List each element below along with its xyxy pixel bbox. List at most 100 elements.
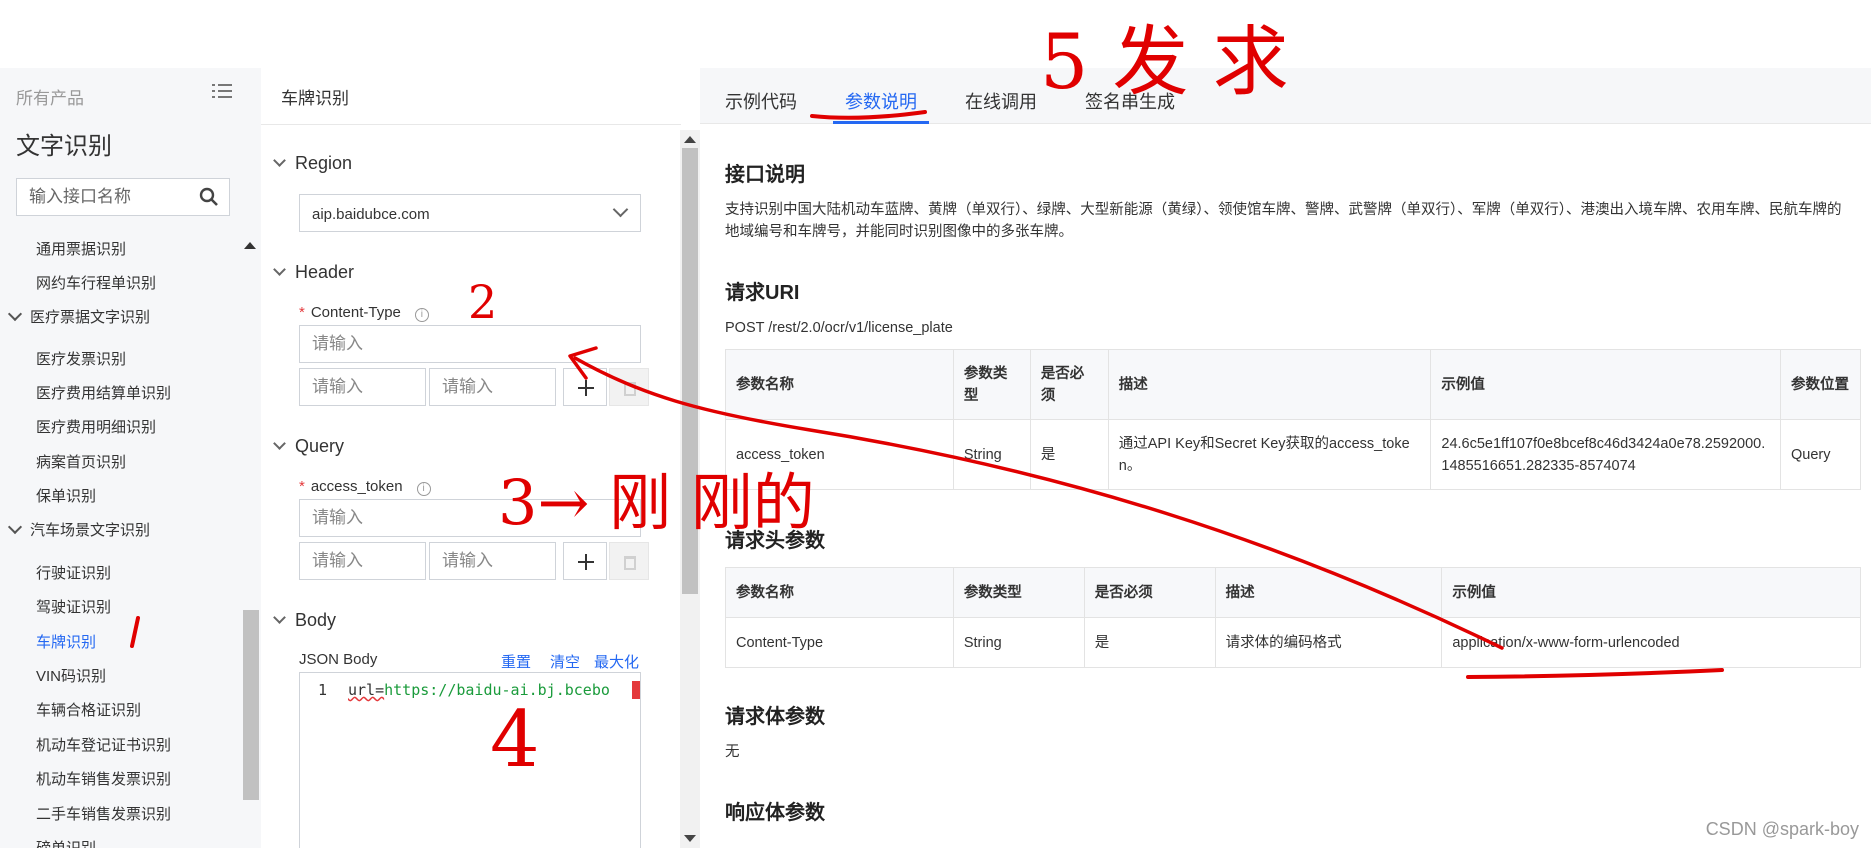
sidebar-item[interactable]: 医疗费用明细识别 xyxy=(36,416,156,437)
header-value-field[interactable] xyxy=(429,368,556,406)
tab-online-call[interactable]: 在线调用 xyxy=(965,88,1037,114)
sidebar-item[interactable]: 行驶证识别 xyxy=(36,562,111,583)
interface-description: 支持识别中国大陆机动车蓝牌、黄牌（单双行）、绿牌、大型新能源（黄绿）、领使馆车牌… xyxy=(725,202,1842,240)
overflow-marker xyxy=(632,681,640,699)
sidebar-item[interactable]: 磅单识别 xyxy=(36,837,96,848)
table-cell: 请求体的编码格式 xyxy=(1214,617,1443,668)
table-cell: application/x-www-form-urlencoded xyxy=(1441,617,1861,668)
sidebar-group-auto[interactable]: 汽车场景文字识别 xyxy=(7,519,151,540)
header-param-table: 参数名称 参数类型 是否必须 描述 示例值 Content-Type Strin… xyxy=(725,567,1861,668)
sidebar-item[interactable]: 保单识别 xyxy=(36,485,96,506)
json-body-editor[interactable]: 1 url=https://baidu-ai.bj.bcebo xyxy=(299,672,641,848)
table-row: Content-Type String 是 请求体的编码格式 applicati… xyxy=(725,617,1861,668)
section-label: Body xyxy=(295,610,337,630)
uri-param-table: 参数名称 参数类型 是否必须 描述 示例值 参数位置 access_token … xyxy=(725,349,1862,490)
sidebar-item[interactable]: 机动车登记证书识别 xyxy=(36,734,171,755)
sidebar-item[interactable]: 网约车行程单识别 xyxy=(36,272,156,293)
table-header-row: 参数名称 参数类型 是否必须 描述 示例值 参数位置 xyxy=(725,349,1862,420)
body-param-value: 无 xyxy=(725,744,740,760)
delete-header-button[interactable] xyxy=(609,368,649,406)
field-name: access_token xyxy=(310,478,403,495)
sidebar-item[interactable]: VIN码识别 xyxy=(36,665,106,686)
scroll-up-arrow-icon[interactable] xyxy=(684,136,696,143)
access-token-label: * access_token i xyxy=(299,478,431,496)
sidebar-group-label: 汽车场景文字识别 xyxy=(30,522,151,539)
sidebar-search xyxy=(16,178,230,216)
api-search-input[interactable] xyxy=(17,179,187,215)
uri-title: 请求URI xyxy=(725,282,800,304)
search-icon[interactable] xyxy=(199,187,219,207)
scroll-up-arrow-icon[interactable] xyxy=(244,242,256,249)
sidebar-item[interactable]: 医疗费用结算单识别 xyxy=(36,382,171,403)
delete-query-button[interactable] xyxy=(609,542,649,580)
sidebar-item[interactable]: 通用票据识别 xyxy=(36,238,126,259)
section-query[interactable]: Query xyxy=(273,436,345,457)
chevron-down-icon xyxy=(273,263,286,276)
annotation-3: 3→ 刚 刚的 xyxy=(498,466,815,539)
sidebar-title: 文字识别 xyxy=(16,133,112,160)
scroll-down-arrow-icon[interactable] xyxy=(684,835,696,842)
trash-icon xyxy=(624,556,636,570)
table-cell: 是 xyxy=(1029,419,1109,490)
table-header: 参数类型 xyxy=(952,349,1031,420)
query-value-input[interactable] xyxy=(430,543,555,579)
table-header: 示例值 xyxy=(1430,349,1781,420)
query-value-field[interactable] xyxy=(429,542,556,580)
chevron-down-icon xyxy=(273,611,286,624)
list-menu-icon[interactable] xyxy=(212,82,232,100)
section-body[interactable]: Body xyxy=(273,610,337,631)
annotation-1-label: 1 xyxy=(200,600,201,602)
table-header: 是否必须 xyxy=(1029,349,1109,420)
active-tab-indicator xyxy=(833,121,929,124)
chevron-down-icon xyxy=(7,519,23,535)
region-value: aip.baidubce.com xyxy=(312,206,430,223)
tab-params[interactable]: 参数说明 xyxy=(845,88,917,114)
content-type-field[interactable] xyxy=(299,325,641,363)
info-icon[interactable]: i xyxy=(414,308,429,322)
section-label: Query xyxy=(295,436,345,456)
body-param-title: 请求体参数 xyxy=(725,706,825,728)
sidebar-item[interactable]: 机动车销售发票识别 xyxy=(36,768,171,789)
header-key-input[interactable] xyxy=(300,369,425,405)
tab-sample-code[interactable]: 示例代码 xyxy=(725,88,797,114)
sidebar-item[interactable]: 二手车销售发票识别 xyxy=(36,803,171,824)
all-products-link[interactable]: 所有产品 xyxy=(16,84,84,109)
doc-panel: 示例代码 参数说明 在线调用 签名串生成 接口说明 支持识别中国大陆机动车蓝牌、… xyxy=(700,68,1871,848)
sidebar-item[interactable]: 病案首页识别 xyxy=(36,451,126,472)
chevron-down-icon xyxy=(273,437,286,450)
sidebar-item[interactable]: 车辆合格证识别 xyxy=(36,699,141,720)
sidebar-scroll-thumb[interactable] xyxy=(243,610,259,800)
sidebar-item[interactable]: 医疗发票识别 xyxy=(36,348,126,369)
region-select[interactable]: aip.baidubce.com xyxy=(299,194,641,232)
section-region[interactable]: Region xyxy=(273,153,353,174)
panel-title: 车牌识别 xyxy=(281,89,349,108)
table-cell: String xyxy=(952,617,1085,668)
sidebar-item[interactable]: 驾驶证识别 xyxy=(36,596,111,617)
clear-link[interactable]: 清空 xyxy=(550,651,580,672)
screen: { "sidebar": { "all_products": "所有产品", "… xyxy=(0,0,1871,848)
table-cell: Content-Type xyxy=(725,617,954,668)
json-body-label: JSON Body xyxy=(299,651,378,668)
sidebar-group-medical[interactable]: 医疗票据文字识别 xyxy=(7,306,150,327)
uri-text: POST /rest/2.0/ocr/v1/license_plate xyxy=(725,320,953,336)
sidebar-scrollbar[interactable] xyxy=(242,238,259,848)
reset-link[interactable]: 重置 xyxy=(501,651,531,672)
content-type-input[interactable] xyxy=(300,326,640,362)
code-line[interactable]: url=https://baidu-ai.bj.bcebo xyxy=(348,681,610,699)
table-header: 参数名称 xyxy=(725,349,954,420)
add-query-button[interactable] xyxy=(563,542,607,580)
table-header: 是否必须 xyxy=(1083,567,1216,618)
add-header-button[interactable] xyxy=(563,368,607,406)
header-key-field[interactable] xyxy=(299,368,426,406)
header-value-input[interactable] xyxy=(430,369,555,405)
divider xyxy=(261,124,681,125)
query-key-field[interactable] xyxy=(299,542,426,580)
query-key-input[interactable] xyxy=(300,543,425,579)
sidebar-item-license-plate[interactable]: 车牌识别 xyxy=(36,631,96,652)
section-label: Region xyxy=(295,153,353,173)
table-header: 描述 xyxy=(1214,567,1443,618)
info-icon[interactable]: i xyxy=(416,482,431,496)
maximize-link[interactable]: 最大化 xyxy=(594,651,639,672)
section-header[interactable]: Header xyxy=(273,262,354,283)
line-number: 1 xyxy=(318,681,328,699)
